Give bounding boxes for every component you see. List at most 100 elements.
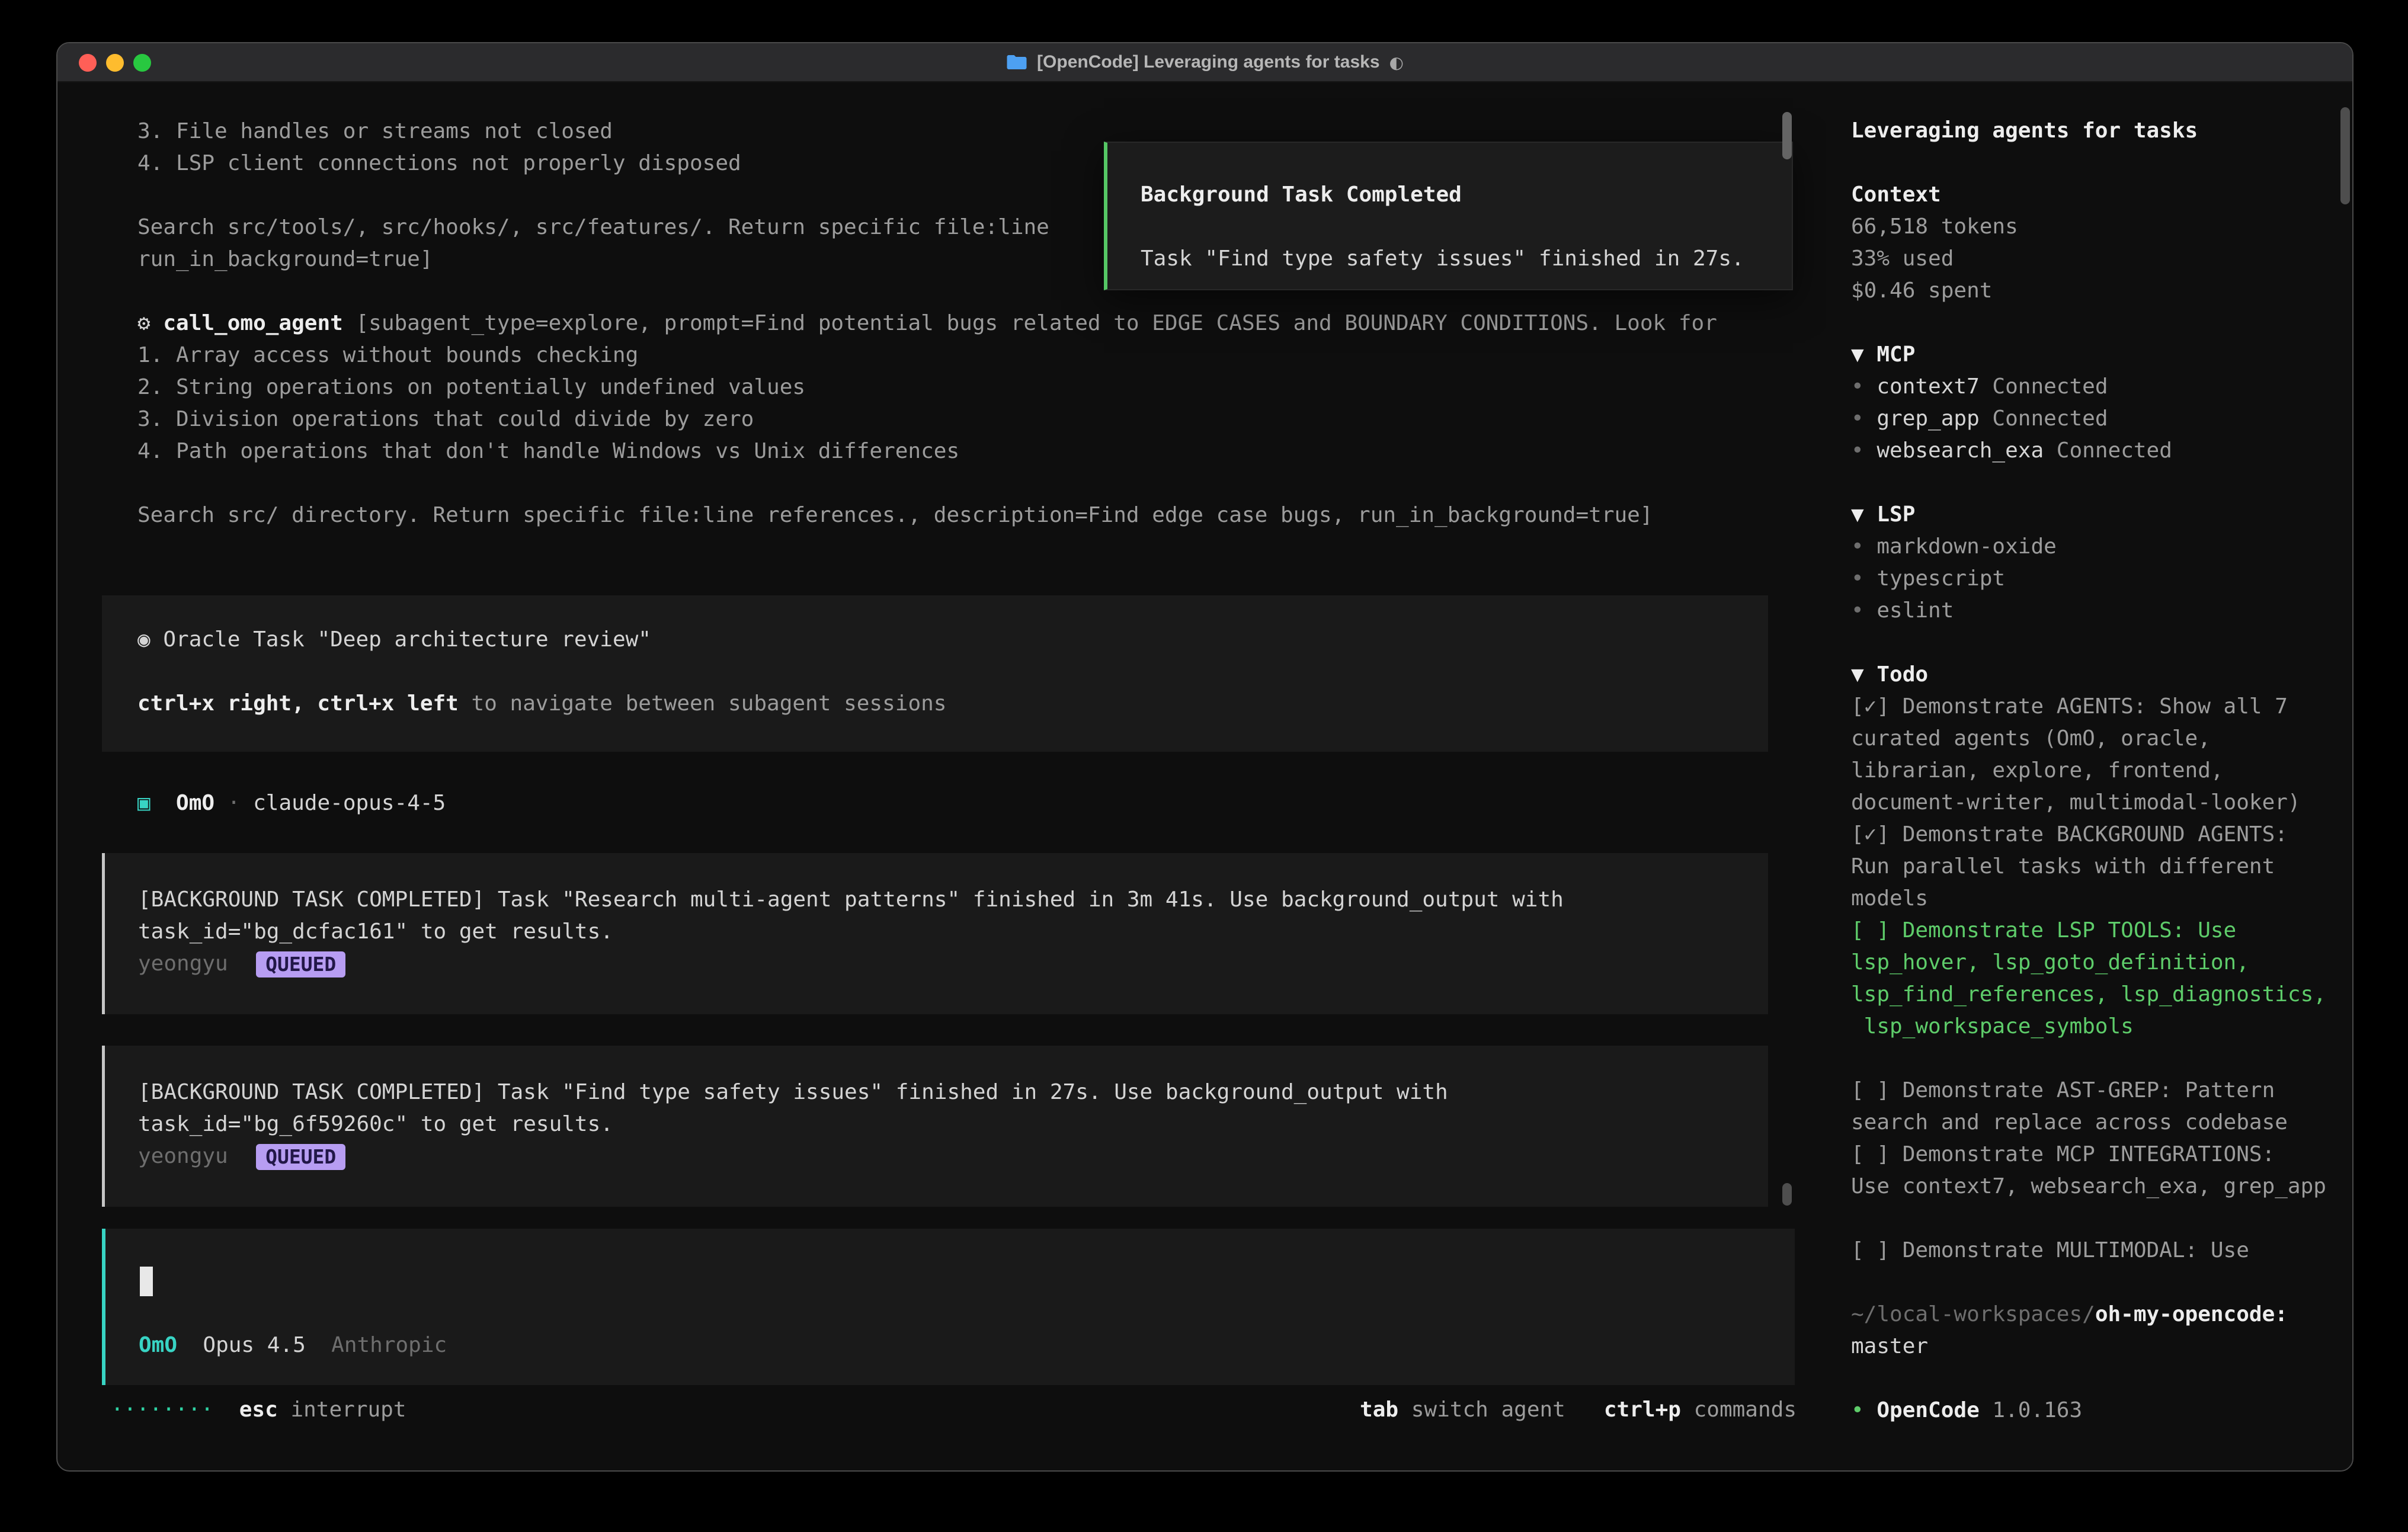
context-heading: Context — [1851, 182, 1941, 207]
toast-title: Background Task Completed — [1141, 182, 1462, 207]
text-line: [BACKGROUND TASK COMPLETED] Task "Find t… — [138, 1076, 1768, 1108]
background-task-message: [BACKGROUND TASK COMPLETED] Task "Find t… — [102, 1046, 1768, 1207]
text-line — [1851, 307, 2353, 339]
window-content: 3. File handles or streams not closed 4. … — [57, 82, 2352, 1470]
text-line: [✓] Demonstrate AGENTS: Show all 7 — [1851, 691, 2353, 723]
lsp-server-name: eslint — [1877, 598, 1954, 623]
text-line — [1851, 1043, 2353, 1075]
text-segment: Run parallel tasks with different — [1851, 854, 2275, 879]
text-line: ▣ OmO · claude-opus-4-5 — [137, 787, 446, 819]
sidebar-content: Leveraging agents for tasks Context 66,51… — [1851, 115, 2353, 1427]
text-line — [137, 656, 1768, 688]
text-line: 1. Array access without bounds checking — [137, 339, 1791, 371]
bullet-icon: • — [1851, 438, 1877, 463]
todo-item-done: [✓] Demonstrate AGENTS: Show all 7 — [1851, 694, 2288, 719]
text-segment: 3. Division operations that could divide… — [137, 407, 754, 431]
text-segment: curated agents (OmO, oracle, — [1851, 726, 2211, 751]
model-info-line: OmO Opus 4.5 Anthropic — [139, 1329, 447, 1361]
text-line — [1851, 627, 2353, 659]
text-cursor — [140, 1267, 153, 1296]
text-segment: Use context7, websearch_exa, grep_app — [1851, 1174, 2326, 1198]
app-name: OpenCode — [1877, 1398, 1979, 1422]
text-line: Run parallel tasks with different — [1851, 851, 2353, 883]
zoom-button[interactable] — [133, 54, 151, 72]
text-segment: lsp_workspace_symbols — [1851, 1014, 2134, 1039]
text-segment: 1. Array access without bounds checking — [137, 343, 638, 367]
text-segment: [BACKGROUND TASK COMPLETED] Task "Find t… — [138, 1080, 1448, 1104]
queued-by-label: yeongyu — [138, 951, 228, 976]
close-button[interactable] — [79, 54, 97, 72]
session-title: Leveraging agents for tasks — [1851, 118, 2198, 143]
todo-item-active: [ ] Demonstrate LSP TOOLS: Use — [1851, 918, 2236, 943]
text-line: Leveraging agents for tasks — [1851, 115, 2353, 147]
text-line: • eslint — [1851, 595, 2353, 627]
window-title-text: [OpenCode] Leveraging agents for tasks — [1037, 52, 1379, 72]
text-segment: commands — [1681, 1398, 1797, 1422]
text-segment: 4. LSP client connections not properly d… — [137, 151, 741, 175]
text-line: • websearch_exa Connected — [1851, 435, 2353, 467]
input-agent-name: OmO — [139, 1333, 177, 1357]
text-line: [ ] Demonstrate AST-GREP: Pattern — [1851, 1075, 2353, 1107]
text-segment — [228, 951, 254, 976]
text-segment: [subagent_type=explore, prompt=Find pote… — [343, 311, 1717, 335]
text-line: • grep_app Connected — [1851, 403, 2353, 435]
text-line — [1851, 147, 2353, 179]
text-line: librarian, explore, frontend, — [1851, 755, 2353, 787]
todo-item-pending: [ ] Demonstrate MCP INTEGRATIONS: — [1851, 1142, 2275, 1166]
text-segment: search and replace across codebase — [1851, 1110, 2288, 1134]
text-line — [1141, 211, 1792, 243]
tab-key-hint: tab — [1360, 1398, 1398, 1422]
app-window: [OpenCode] Leveraging agents for tasks ◐… — [56, 42, 2353, 1472]
context-used: 33% used — [1851, 246, 1954, 271]
text-line: [ ] Demonstrate MCP INTEGRATIONS: — [1851, 1139, 2353, 1171]
bullet-icon: • — [1851, 406, 1877, 431]
context-tokens: 66,518 tokens — [1851, 214, 2018, 239]
gear-icon: ⚙ — [137, 311, 163, 335]
mcp-status: Connected — [2044, 438, 2172, 463]
mcp-heading: ▼ MCP — [1851, 342, 1915, 367]
text-line: 4. Path operations that don't handle Win… — [137, 435, 1791, 467]
text-line: lsp_find_references, lsp_diagnostics, — [1851, 979, 2353, 1011]
todo-item-done: [✓] Demonstrate BACKGROUND AGENTS: — [1851, 822, 2288, 847]
lsp-server-name: markdown-oxide — [1877, 534, 2056, 559]
text-segment: 3. File handles or streams not closed — [137, 119, 613, 143]
agent-model: claude-opus-4-5 — [253, 791, 446, 815]
text-segment — [228, 1144, 254, 1168]
session-indicator-icon: ◐ — [1389, 53, 1404, 72]
main-scrollbar-thumb[interactable] — [1782, 112, 1792, 159]
text-segment: 2. String operations on potentially unde… — [137, 375, 805, 399]
text-line: • OpenCode 1.0.163 — [1851, 1395, 2353, 1427]
prompt-input[interactable]: OmO Opus 4.5 Anthropic — [102, 1229, 1795, 1385]
agent-header: ▣ OmO · claude-opus-4-5 — [137, 787, 446, 819]
chat-pane: 3. File handles or streams not closed 4. … — [57, 82, 1826, 1472]
minimize-button[interactable] — [106, 54, 124, 72]
text-line — [1851, 467, 2353, 499]
text-segment — [306, 1333, 331, 1357]
text-line: search and replace across codebase — [1851, 1107, 2353, 1139]
main-scrollbar-thumb-lower[interactable] — [1782, 1183, 1792, 1206]
bullet-icon: • — [1851, 1398, 1877, 1422]
text-segment: lsp_hover, lsp_goto_definition, — [1851, 950, 2249, 975]
text-line: 66,518 tokens — [1851, 211, 2353, 243]
todo-item-pending: [ ] Demonstrate AST-GREP: Pattern — [1851, 1078, 2275, 1102]
text-line: 3. Division operations that could divide… — [137, 403, 1791, 435]
text-line: [BACKGROUND TASK COMPLETED] Task "Resear… — [138, 884, 1768, 916]
text-line: master — [1851, 1331, 2353, 1363]
text-segment: document-writer, multimodal-looker) — [1851, 790, 2301, 815]
text-line: ctrl+x right, ctrl+x left to navigate be… — [137, 688, 1768, 720]
text-segment: · — [214, 791, 253, 815]
text-line — [1851, 1203, 2353, 1235]
text-line — [1851, 1267, 2353, 1299]
text-line: lsp_workspace_symbols — [1851, 1011, 2353, 1043]
toast-body: Task "Find type safety issues" finished … — [1141, 246, 1744, 271]
text-line: [ ] Demonstrate LSP TOOLS: Use — [1851, 915, 2353, 947]
window-title: [OpenCode] Leveraging agents for tasks ◐ — [1006, 52, 1404, 72]
text-segment: lsp_find_references, lsp_diagnostics, — [1851, 982, 2326, 1007]
mcp-status: Connected — [1980, 406, 2108, 431]
workspace-name: oh-my-opencode: — [2095, 1302, 2288, 1326]
oracle-task-icon: ◉ — [137, 627, 163, 652]
titlebar[interactable]: [OpenCode] Leveraging agents for tasks ◐ — [57, 43, 2352, 82]
ctrlp-key-hint: ctrl+p — [1604, 1398, 1681, 1422]
sidebar-scrollbar-thumb[interactable] — [2340, 107, 2350, 204]
input-model-name: Opus 4.5 — [203, 1333, 305, 1357]
